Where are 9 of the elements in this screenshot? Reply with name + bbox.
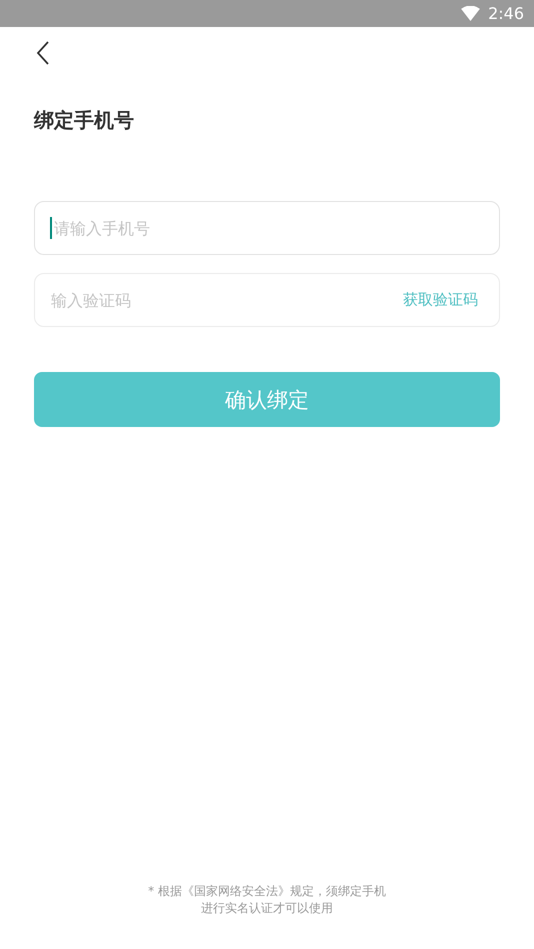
get-code-link[interactable]: 获取验证码 — [403, 290, 478, 310]
status-time: 2:46 — [488, 4, 524, 23]
confirm-button[interactable]: 确认绑定 — [34, 372, 500, 427]
phone-input-field[interactable]: 请输入手机号 — [34, 201, 500, 255]
notice-text: 进行实名认证才可以使用 — [201, 900, 333, 917]
wifi-icon — [461, 6, 480, 21]
page-title: 绑定手机号 — [34, 107, 134, 134]
notice-text: * 根据《国家网络安全法》规定，须绑定手机 — [148, 883, 386, 900]
back-icon[interactable] — [36, 41, 50, 65]
